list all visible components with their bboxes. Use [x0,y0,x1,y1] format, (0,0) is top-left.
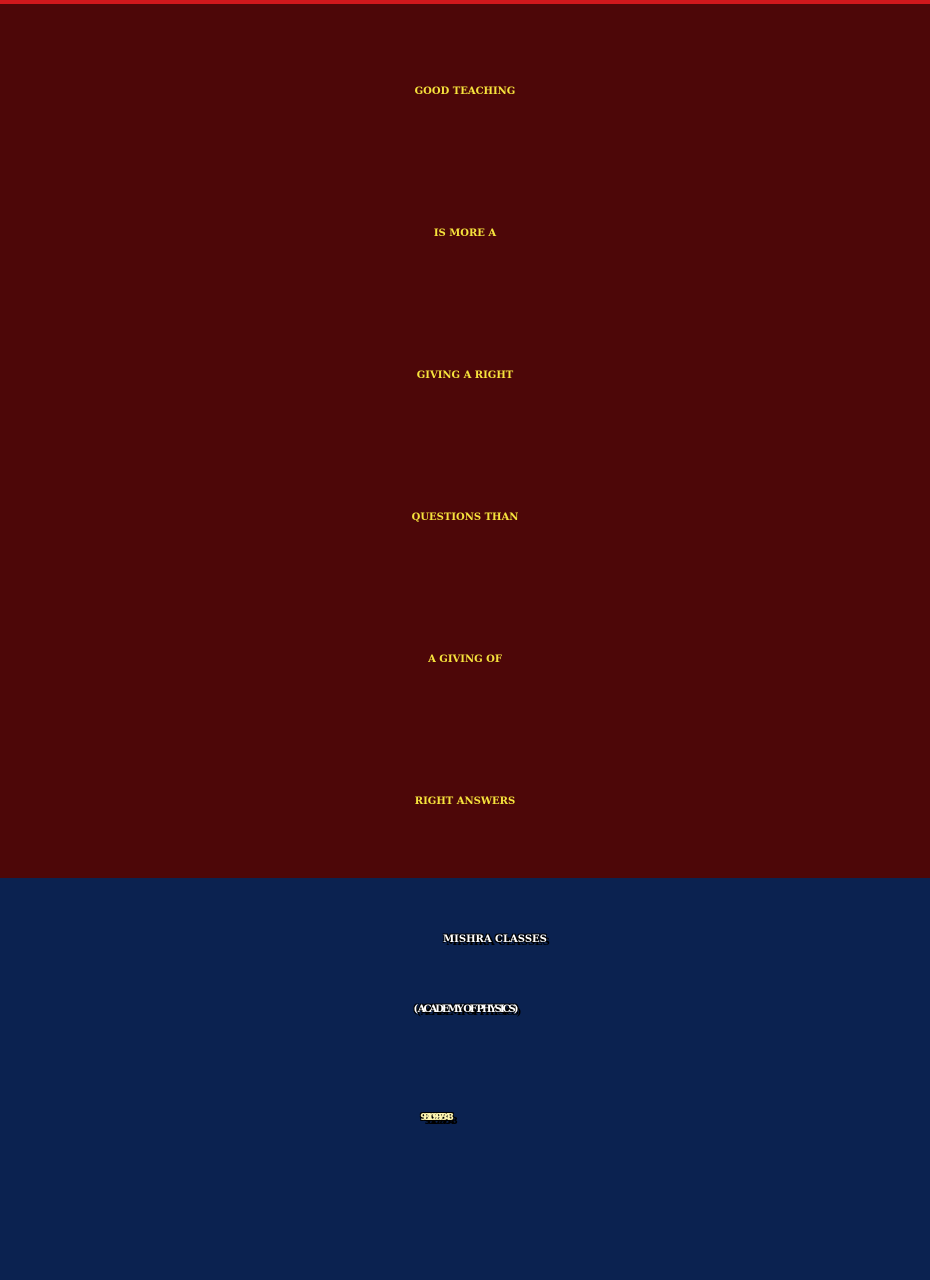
brand-panel: MISHRA CLASSES ( ACADEMY OF PHYSICS) 981… [0,878,930,1280]
brand-name: MISHRA CLASSES [443,934,547,945]
quote-line-5: A GIVING OF [428,654,502,665]
phone-number: 9810997348 [420,1112,454,1123]
quote-line-2: IS MORE A [433,228,497,239]
brand-subtitle: ( ACADEMY OF PHYSICS) [413,1004,519,1015]
quote-panel: GOOD TEACHING IS MORE A GIVING A RIGHT Q… [0,4,930,878]
quote-line-4: QUESTIONS THAN [411,512,519,523]
quote-line-1: GOOD TEACHING [414,86,516,97]
quote-line-6: RIGHT ANSWERS [414,796,516,807]
quote-line-3: GIVING A RIGHT [416,370,514,381]
